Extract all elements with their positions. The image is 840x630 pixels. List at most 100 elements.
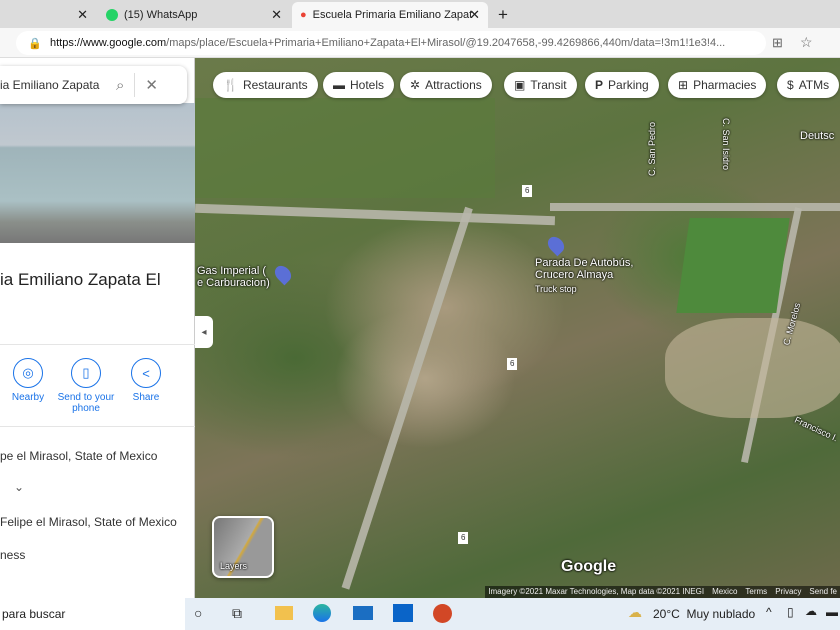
chip-parking[interactable]: P Parking [585, 72, 659, 98]
layers-button[interactable]: Layers [212, 516, 274, 578]
powerpoint-icon[interactable] [433, 604, 452, 623]
tab-title: Escuela Primaria Emiliano Zapat [312, 9, 473, 21]
send-feedback-link[interactable]: Send fe [809, 587, 837, 597]
app-icon[interactable]: ⊞ [772, 35, 783, 51]
map-label-deutsch: Deutsc [800, 130, 835, 142]
search-input[interactable]: ia Emiliano Zapata [0, 78, 106, 92]
share-icon: < [131, 358, 161, 388]
weather-text[interactable]: 20°C Muy nublado [653, 607, 755, 621]
map-label-bus-stop[interactable]: Parada De Autobús, Crucero Almaya [535, 257, 633, 281]
chevron-down-icon[interactable]: ⌄ [14, 480, 24, 494]
claim-business-row[interactable]: ness [0, 548, 25, 562]
tab-maps[interactable]: ● Escuela Primaria Emiliano Zapat ✕ [292, 2, 488, 28]
outlook-icon[interactable] [393, 604, 413, 622]
start-circle-icon[interactable]: ○ [194, 605, 202, 621]
onedrive-icon[interactable]: ☁ [805, 604, 817, 618]
close-icon[interactable]: ✕ [77, 7, 88, 23]
url-host: https://www.google.com [50, 37, 167, 49]
map-label-gas[interactable]: Gas Imperial ( e Carburacion) [197, 265, 270, 289]
action-label: Nearby [11, 392, 45, 403]
action-label: Share [132, 392, 160, 403]
url-path: /maps/place/Escuela+Primaria+Emiliano+Za… [166, 37, 726, 49]
tab-strip: ✕ (15) WhatsApp ✕ ● Escuela Primaria Emili… [0, 0, 840, 28]
satellite-map[interactable]: 🍴 Restaurants ▬ Hotels ✲ Attractions ▣ Trans… [195, 58, 840, 598]
network-icon[interactable]: ▬ [826, 605, 838, 619]
region-link[interactable]: Mexico [712, 587, 737, 597]
taskbar: para buscar ○ ⧉ ☁ 20°C Muy nublado ^ ▯ ☁… [0, 598, 840, 630]
tab-whatsapp[interactable]: (15) WhatsApp ✕ [98, 2, 290, 28]
mail-icon[interactable] [353, 606, 373, 620]
address-row[interactable]: pe el Mirasol, State of Mexico [0, 449, 157, 463]
road [195, 203, 556, 226]
street-label-san-pedro: C. San Pedro [647, 121, 658, 177]
chip-pharmacies[interactable]: ⊞ Pharmacies [668, 72, 767, 98]
bare-ground [665, 318, 840, 418]
maps-pin-icon: ● [300, 9, 307, 21]
chip-label: Restaurants [242, 78, 308, 92]
gas-station-pin-icon[interactable] [271, 262, 295, 286]
chip-attractions[interactable]: ✲ Attractions [400, 72, 492, 98]
collapse-panel-button[interactable]: ◂ [195, 316, 213, 348]
terms-link[interactable]: Terms [745, 587, 767, 597]
file-explorer-icon[interactable] [275, 606, 293, 620]
road [341, 206, 473, 590]
chip-label: Attractions [425, 78, 482, 92]
chip-transit[interactable]: ▣ Transit [504, 72, 577, 98]
send-to-phone-button[interactable]: ▯ Send to your phone [56, 358, 116, 414]
nearby-button[interactable]: ◎ Nearby [0, 358, 58, 403]
transit-icon: ▣ [514, 78, 526, 92]
phone-icon: ▯ [71, 358, 101, 388]
chip-label: Parking [608, 78, 649, 92]
task-view-icon[interactable]: ⧉ [232, 605, 242, 622]
chip-label: Hotels [350, 78, 385, 92]
close-icon[interactable]: ✕ [145, 76, 158, 94]
divider [0, 344, 195, 345]
chevron-up-icon[interactable]: ^ [766, 605, 772, 619]
street-label-francisco: Francisco I. [793, 414, 840, 444]
weather-icon[interactable]: ☁ [628, 604, 642, 621]
chip-label: ATMs [798, 78, 830, 92]
restaurant-icon: 🍴 [223, 78, 238, 92]
meet-icon[interactable]: ▯ [787, 605, 794, 619]
google-logo: Google [561, 558, 617, 575]
address-bar: 🔒 https://www.google.com/maps/place/Escue… [0, 28, 840, 58]
chip-atms[interactable]: $ ATMs [777, 72, 840, 98]
soccer-field [676, 218, 790, 313]
whatsapp-icon [106, 9, 118, 21]
lock-icon: 🔒 [28, 37, 42, 50]
tab-previous[interactable]: ✕ [0, 2, 96, 28]
chip-restaurants[interactable]: 🍴 Restaurants [213, 72, 318, 98]
close-icon[interactable]: ✕ [271, 7, 282, 23]
place-title: ia Emiliano Zapata El [0, 270, 161, 289]
chip-label: Transit [530, 78, 567, 92]
close-icon[interactable]: ✕ [469, 7, 480, 23]
place-photo[interactable] [0, 103, 195, 243]
privacy-link[interactable]: Privacy [775, 587, 801, 597]
atm-icon: $ [787, 78, 794, 92]
search-icon[interactable]: ⌕ [116, 77, 124, 94]
share-button[interactable]: < Share [116, 358, 176, 403]
new-tab-button[interactable]: + [490, 2, 516, 28]
route-shield: 6 [522, 185, 533, 197]
taskbar-search[interactable]: para buscar [0, 598, 185, 630]
attractions-icon: ✲ [410, 78, 421, 92]
plus-code-row[interactable]: Felipe el Mirasol, State of Mexico [0, 515, 177, 529]
route-shield: 6 [458, 532, 469, 544]
chip-hotels[interactable]: ▬ Hotels [323, 72, 395, 98]
nearby-icon: ◎ [13, 358, 43, 388]
edge-icon[interactable] [313, 604, 331, 622]
favorite-icon[interactable]: ☆ [800, 34, 813, 51]
layers-label: Layers [220, 561, 248, 571]
divider [0, 426, 195, 427]
place-panel: ia Emiliano Zapata ⌕ ✕ ia Emiliano Zapat… [0, 58, 195, 598]
chip-label: Pharmacies [693, 78, 757, 92]
url-input[interactable]: 🔒 https://www.google.com/maps/place/Escue… [16, 31, 766, 55]
search-box: ia Emiliano Zapata ⌕ ✕ [0, 66, 187, 104]
hotel-icon: ▬ [333, 78, 345, 92]
route-shield: 6 [507, 358, 518, 370]
bus-stop-pin-icon[interactable] [544, 233, 568, 257]
tab-title: (15) WhatsApp [124, 9, 198, 21]
field [195, 98, 495, 198]
divider [134, 73, 136, 97]
pharmacy-icon: ⊞ [678, 78, 689, 92]
